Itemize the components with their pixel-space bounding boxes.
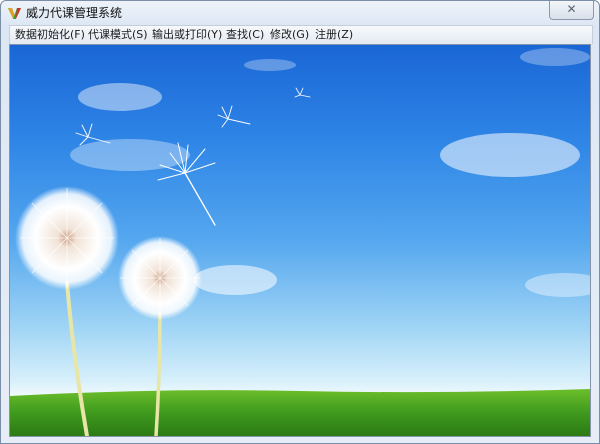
- client-area: [9, 44, 591, 437]
- menu-substitute-mode[interactable]: 代课模式(S): [86, 26, 150, 44]
- menu-modify[interactable]: 修改(G): [268, 26, 311, 44]
- close-icon: ✕: [566, 2, 577, 16]
- menu-data-init[interactable]: 数据初始化(F): [13, 26, 87, 44]
- main-window: 威力代课管理系统 ✕ 数据初始化(F) 代课模式(S) 输出或打印(Y) 查找(…: [0, 0, 600, 444]
- menu-bar: 数据初始化(F) 代课模式(S) 输出或打印(Y) 查找(C) 修改(G) 注册…: [9, 25, 593, 44]
- menu-search[interactable]: 查找(C): [224, 26, 266, 44]
- menu-output-print[interactable]: 输出或打印(Y): [150, 26, 224, 44]
- title-bar[interactable]: 威力代课管理系统 ✕: [1, 1, 599, 25]
- menu-register[interactable]: 注册(Z): [313, 26, 355, 44]
- wallpaper-image: [10, 48, 590, 436]
- dandelion-right: [118, 236, 202, 320]
- close-button[interactable]: ✕: [549, 1, 594, 20]
- app-logo-icon: [8, 8, 21, 19]
- window-title: 威力代课管理系统: [26, 6, 123, 20]
- dandelion-left: [15, 186, 119, 290]
- grass: [10, 389, 590, 436]
